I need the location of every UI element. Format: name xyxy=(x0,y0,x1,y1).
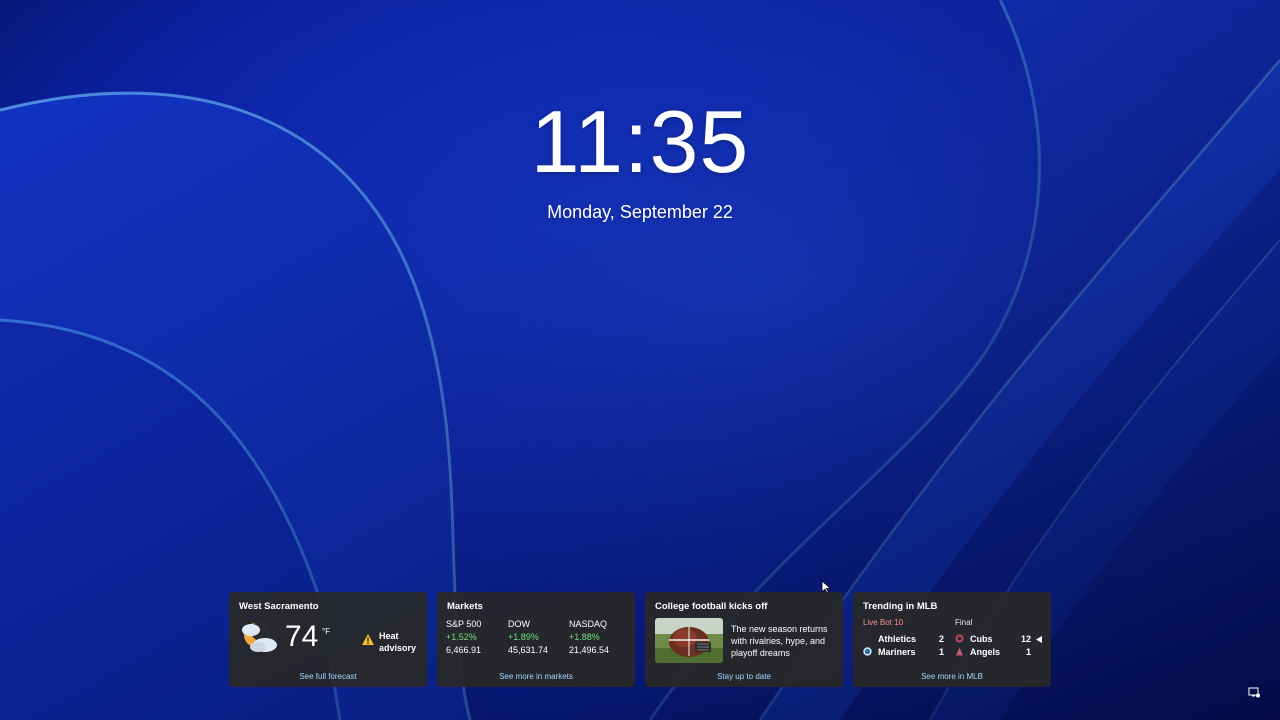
game-status-live: Live Bot 10 xyxy=(863,618,904,627)
market-change: +1.89% xyxy=(508,632,539,642)
network-status-icon[interactable] xyxy=(1248,686,1260,698)
market-item[interactable]: DOW +1.89% 45,631.74 xyxy=(508,618,548,657)
weather-alert-line2: advisory xyxy=(379,643,417,653)
news-headline: College football kicks off xyxy=(655,601,768,612)
lock-screen: 11:35 Monday, September 22 West Sacramen… xyxy=(0,0,1280,720)
team-score: 1 xyxy=(1025,647,1031,657)
team-name: Cubs xyxy=(970,634,993,644)
market-name: NASDAQ xyxy=(569,619,608,629)
team-score: 12 xyxy=(1020,634,1031,644)
cubs-logo-icon xyxy=(955,634,964,643)
see-more-mlb-link[interactable]: See more in MLB xyxy=(853,672,1051,681)
lock-clock: 11:35 xyxy=(530,92,750,191)
market-value: 21,496.54 xyxy=(569,645,610,655)
market-value: 6,466.91 xyxy=(446,645,482,655)
warning-icon xyxy=(362,634,374,645)
weather-widget[interactable]: West Sacramento 74 °F Heat advisory See … xyxy=(229,592,427,687)
moon-partly-cloudy-icon xyxy=(242,621,277,652)
markets-title: Markets xyxy=(447,601,483,612)
market-item[interactable]: S&P 500 +1.52% 6,466.91 xyxy=(446,618,481,657)
team-score: 1 xyxy=(938,647,944,657)
team-name: Mariners xyxy=(878,647,916,657)
see-more-markets-link[interactable]: See more in markets xyxy=(437,672,635,681)
football-helmet-image xyxy=(655,618,723,663)
winner-arrow-icon xyxy=(1036,636,1042,643)
mouse-cursor-icon xyxy=(821,580,831,594)
team-name: Athletics xyxy=(878,634,917,644)
mariners-logo-icon xyxy=(863,647,872,656)
market-name: S&P 500 xyxy=(446,619,482,629)
mlb-title: Trending in MLB xyxy=(863,601,938,612)
weather-alert[interactable]: Heat advisory xyxy=(379,630,423,654)
market-value: 45,631.74 xyxy=(508,645,549,655)
team-name: Angels xyxy=(970,647,1001,657)
mlb-widget[interactable]: Trending in MLB Live Bot 10 Final Athlet… xyxy=(853,592,1051,687)
weather-alert-line1: Heat xyxy=(379,631,399,641)
markets-widget[interactable]: Markets S&P 500 +1.52% 6,466.91 DOW +1.8… xyxy=(437,592,635,687)
weather-temperature: 74 xyxy=(285,620,319,653)
market-change: +1.52% xyxy=(446,632,477,642)
stay-up-to-date-link[interactable]: Stay up to date xyxy=(645,672,843,681)
news-widget[interactable]: College football kicks off The new seaso… xyxy=(645,592,843,687)
news-summary: The new season returns with rivalries, h… xyxy=(731,624,828,658)
weather-unit: °F xyxy=(322,627,331,636)
team-score: 2 xyxy=(938,634,944,644)
weather-location: West Sacramento xyxy=(239,601,319,612)
market-item[interactable]: NASDAQ +1.88% 21,496.54 xyxy=(569,618,609,657)
see-full-forecast-link[interactable]: See full forecast xyxy=(229,672,427,681)
angels-logo-icon xyxy=(956,647,963,656)
game-status-final: Final xyxy=(955,618,973,627)
market-change: +1.88% xyxy=(569,632,600,642)
market-name: DOW xyxy=(508,619,530,629)
lock-date: Monday, September 22 xyxy=(547,202,733,222)
